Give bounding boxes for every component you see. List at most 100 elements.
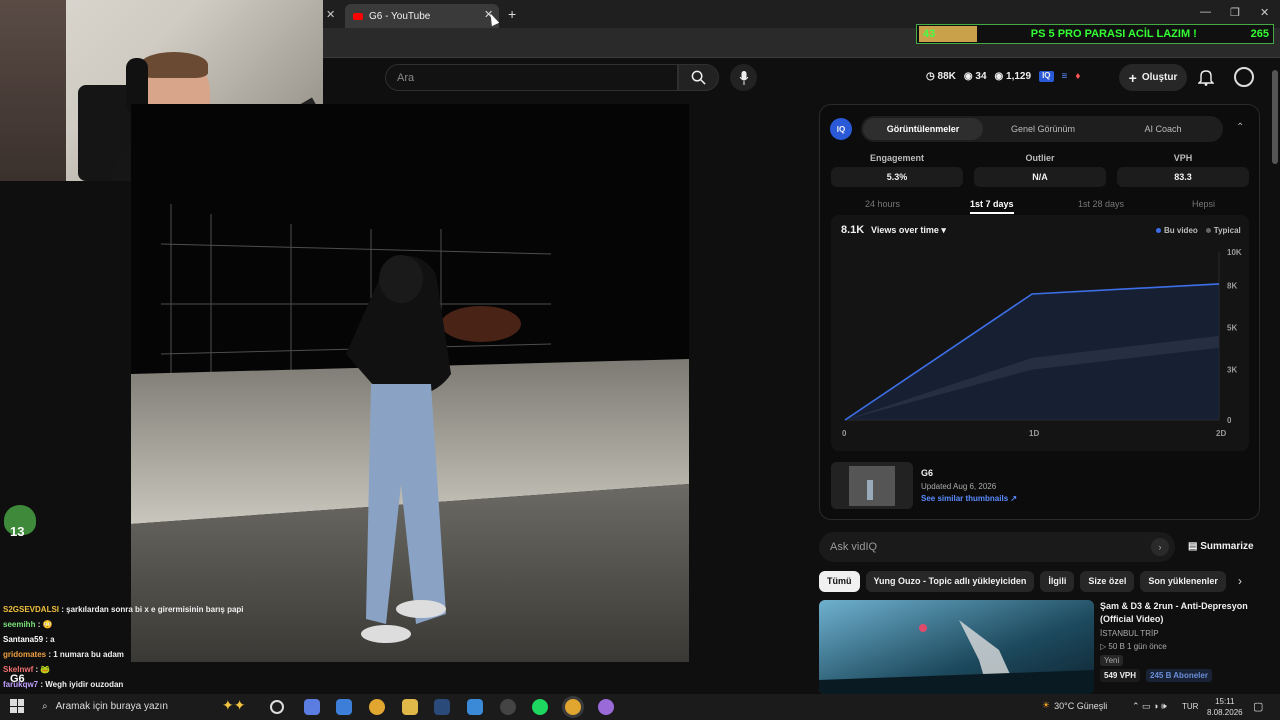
- ask-vidiq-input[interactable]: Ask vidIQ: [819, 532, 1175, 562]
- create-button[interactable]: + Oluştur: [1119, 64, 1187, 91]
- new-badge: Yeni: [1100, 655, 1124, 666]
- goal-progress: 43: [919, 26, 977, 42]
- chrome-icon[interactable]: [369, 699, 385, 715]
- taskbar-search-placeholder: Aramak için buraya yazın: [55, 701, 168, 712]
- range-7d[interactable]: 1st 7 days: [970, 199, 1014, 214]
- search-button[interactable]: [678, 64, 719, 91]
- summarize-label: Summarize: [1200, 541, 1254, 552]
- chat-line: seemihh : 😳: [3, 617, 244, 632]
- tab-ai-coach[interactable]: AI Coach: [1103, 124, 1223, 134]
- thumbnail-updated: Updated Aug 6, 2026: [921, 482, 997, 491]
- youtube-icon: [353, 12, 363, 20]
- series-video-area: [845, 283, 1219, 420]
- x-tick-label: 1D: [1029, 429, 1039, 438]
- send-arrow-icon[interactable]: ›: [1151, 538, 1169, 556]
- search-icon: [691, 70, 706, 85]
- chart-mode-label: Views over time: [871, 225, 939, 235]
- plus-icon: +: [1128, 69, 1137, 86]
- mic-icon: [739, 70, 748, 85]
- notifications-button[interactable]: [1197, 68, 1215, 91]
- range-24h[interactable]: 24 hours: [865, 199, 900, 209]
- chevron-up-icon[interactable]: ⌃: [1236, 122, 1244, 133]
- avatar[interactable]: [1234, 67, 1254, 87]
- taskbar-clock[interactable]: 15:11 8.08.2026: [1207, 696, 1243, 718]
- similar-thumbnails-link[interactable]: See similar thumbnails ↗: [921, 494, 1017, 503]
- video-frame: [131, 104, 689, 662]
- stream-chat: S2GSEVDALSI : şarkılardan sonra bi x e g…: [3, 602, 244, 707]
- vph-badge: 549 VPH: [1100, 669, 1141, 682]
- notification-icon[interactable]: ▢: [1253, 700, 1263, 713]
- chip-all[interactable]: Tümü: [819, 571, 860, 592]
- chip-uploader[interactable]: Yung Ouzo - Topic adlı yükleyiciden: [865, 571, 1035, 592]
- close-icon[interactable]: ✕: [326, 8, 335, 21]
- chat-username: Santana59: [3, 635, 44, 644]
- weather-widget[interactable]: ☀ 30°C Güneşli: [1042, 700, 1107, 711]
- store-icon[interactable]: [336, 699, 352, 715]
- chat-line: gridomates : 1 numara bu adam: [3, 647, 244, 662]
- webcam-shelf: [0, 0, 66, 181]
- chrome-active-icon[interactable]: [565, 699, 581, 715]
- scrollbar[interactable]: [1272, 70, 1278, 164]
- search-input[interactable]: Ara: [385, 64, 678, 91]
- file-explorer-icon[interactable]: [402, 699, 418, 715]
- windows-start-icon[interactable]: [10, 699, 24, 713]
- chip-related[interactable]: İlgili: [1040, 571, 1075, 592]
- range-all[interactable]: Hepsi: [1192, 199, 1215, 209]
- chevron-right-icon[interactable]: ›: [1238, 574, 1242, 588]
- spotify-icon[interactable]: [532, 699, 548, 715]
- thumbnail-preview[interactable]: [831, 462, 913, 509]
- list-icon[interactable]: ≡: [1062, 71, 1068, 82]
- steam-icon[interactable]: [434, 699, 450, 715]
- vidiq-tabs: Görüntülenmeler Genel Görünüm AI Coach: [861, 116, 1223, 142]
- subscribers-badge: 245 B Aboneler: [1146, 669, 1212, 682]
- minimize-icon[interactable]: —: [1200, 6, 1211, 18]
- app-icon-1[interactable]: [304, 699, 320, 715]
- system-tray[interactable]: ⌃ ▭ ◑ 🕪: [1132, 701, 1167, 712]
- metric-engagement-value: 5.3%: [831, 167, 963, 187]
- tab-views[interactable]: Görüntülenmeler: [863, 118, 983, 140]
- restore-icon[interactable]: ❐: [1230, 6, 1240, 19]
- stream-label: G6: [10, 673, 25, 685]
- window-close-icon[interactable]: ✕: [1260, 6, 1269, 19]
- range-28d[interactable]: 1st 28 days: [1078, 199, 1124, 209]
- vidiq-icon[interactable]: IQ: [1039, 71, 1054, 82]
- copilot-sparkle-icon[interactable]: ✦✦: [222, 697, 250, 713]
- goal-target: 265: [1250, 28, 1269, 40]
- sun-icon: ☀: [1042, 700, 1051, 710]
- chat-message: : şarkılardan sonra bi x e girermisinin …: [59, 605, 244, 614]
- emote-count: 13: [10, 524, 25, 539]
- app-icon-2[interactable]: [467, 699, 483, 715]
- y-tick-label: 3K: [1227, 366, 1237, 375]
- thumbnail-title: G6: [921, 468, 934, 478]
- chart-legend: Bu video Typical: [1156, 226, 1241, 235]
- chip-recent[interactable]: Son yüklenenler: [1140, 571, 1226, 592]
- new-tab-button[interactable]: +: [508, 6, 516, 22]
- recommended-thumbnail-image: [819, 620, 1094, 694]
- recommended-thumbnail[interactable]: [819, 600, 1094, 694]
- video-player[interactable]: [131, 104, 689, 662]
- chat-message: : 😳: [35, 620, 53, 629]
- tab-youtube[interactable]: G6 - YouTube: [345, 4, 499, 28]
- recommended-title[interactable]: Şam & D3 & 2run - Anti-Depresyon (Offici…: [1100, 600, 1260, 626]
- chat-message: : 🐸: [33, 665, 51, 674]
- metric-engagement-label: Engagement: [869, 153, 924, 163]
- legend-item-video: Bu video: [1156, 226, 1198, 235]
- chat-username: gridomates: [3, 650, 47, 659]
- recommended-channel[interactable]: İSTANBUL TRİP: [1100, 629, 1159, 638]
- y-tick-label: 5K: [1227, 324, 1237, 333]
- language-indicator[interactable]: TUR: [1182, 702, 1198, 711]
- bulb-icon[interactable]: ♦: [1075, 71, 1080, 82]
- cortana-icon[interactable]: [270, 700, 284, 714]
- metric-vph-value: 83.3: [1117, 167, 1249, 187]
- app-icon-3[interactable]: [500, 699, 516, 715]
- summarize-button[interactable]: ▤ Summarize: [1188, 541, 1254, 552]
- voice-search-button[interactable]: [730, 64, 757, 91]
- vidiq-logo-icon: IQ: [830, 118, 852, 140]
- chip-for-you[interactable]: Size özel: [1080, 571, 1135, 592]
- tab-overview[interactable]: Genel Görünüm: [983, 124, 1103, 134]
- chart-mode-dropdown[interactable]: Views over time ▾: [871, 225, 946, 236]
- metric-outlier-value: N/A: [974, 167, 1106, 187]
- chevron-down-icon: ▾: [941, 225, 946, 235]
- x-tick-label: 0: [842, 429, 847, 438]
- app-icon-4[interactable]: [598, 699, 614, 715]
